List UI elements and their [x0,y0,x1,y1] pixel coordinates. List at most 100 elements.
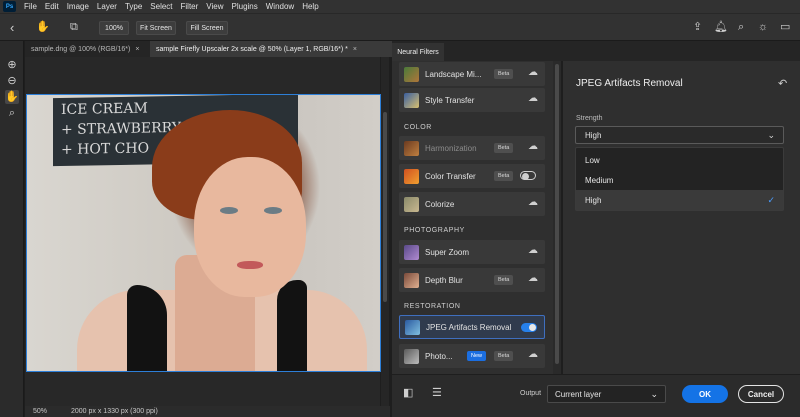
style-thumbnail-icon [404,92,419,108]
hand-icon[interactable]: ✋ [36,22,50,33]
filter-item-style-transfer[interactable]: Style Transfer ☁ [399,88,545,112]
fit-screen-button[interactable]: Fit Screen [136,21,176,35]
fill-screen-button[interactable]: Fill Screen [186,21,228,35]
document-tab-label: sample.dng @ 100% (RGB/16*) [31,45,131,53]
document-image[interactable]: ICE CREAM + STRAWBERRY + HOT CHO [26,94,381,372]
zoom-out-icon[interactable]: ⊖ [5,74,19,88]
notifications-icon[interactable]: 🔔︎ [714,22,728,33]
document-tab[interactable]: sample.dng @ 100% (RGB/16*) × [25,41,149,57]
cloud-download-icon[interactable]: ☁ [528,274,538,284]
checkmark-icon: ✓ [767,194,775,205]
menu-layer[interactable]: Layer [97,2,117,11]
chevron-down-icon: ⌄ [767,130,775,140]
close-icon[interactable]: × [135,46,139,53]
color-transfer-toggle[interactable] [520,171,536,180]
hand-icon[interactable]: ✋ [5,90,19,104]
tab-neural-filters[interactable]: Neural Filters [392,43,444,61]
cloud-download-icon[interactable]: ☁ [528,246,538,256]
beta-badge: Beta [494,143,514,153]
scroll-all-windows-icon[interactable]: ⧉ [70,22,78,33]
ok-button[interactable]: OK [682,385,728,403]
cloud-download-icon[interactable]: ☁ [528,350,538,360]
portrait-top-strap-right [277,280,307,371]
canvas-scrollbar-thumb[interactable] [383,112,387,302]
option-label: High [585,195,602,205]
beta-badge: Beta [494,351,514,361]
menu-help[interactable]: Help [302,2,318,11]
portrait-eye [220,207,238,214]
section-photography: PHOTOGRAPHY [404,227,465,234]
colorize-thumbnail-icon [404,196,419,212]
menu-plugins[interactable]: Plugins [232,2,258,11]
reset-icon[interactable]: ↶ [778,77,787,90]
portrait-face [194,157,306,297]
filter-item-harmonization[interactable]: Harmonization Beta ☁ [399,136,545,160]
preview-toggle-icon[interactable]: ◧ [403,388,413,399]
search-icon[interactable]: ⌕ [5,106,19,120]
status-zoom[interactable]: 50% [33,408,47,415]
menu-image[interactable]: Image [67,2,89,11]
search-icon[interactable]: ⌕ [738,22,744,33]
options-bar: ‹ ✋ ⧉ 100% Fit Screen Fill Screen ⇪ 🔔︎ ⌕… [0,13,800,41]
filter-item-colorize[interactable]: Colorize ☁ [399,192,545,216]
output-dropdown[interactable]: Current layer ⌄ [547,385,666,403]
strength-option-high[interactable]: High ✓ [576,190,783,210]
filter-item-depth-blur[interactable]: Depth Blur Beta ☁ [399,268,545,292]
portrait-mouth [237,261,263,269]
cloud-download-icon[interactable]: ☁ [528,142,538,152]
tools-panel: ⊕ ⊖ ✋ ⌕ [0,41,24,417]
share-icon[interactable]: ⇪ [693,22,702,33]
strength-option-low[interactable]: Low [576,150,783,170]
menu-file[interactable]: File [24,2,37,11]
zoom-in-icon[interactable]: ⊕ [5,58,19,72]
filter-label: JPEG Artifacts Removal [426,322,512,332]
back-arrow-icon[interactable]: ‹ [10,21,14,34]
layers-icon[interactable]: ☰ [432,388,442,399]
cloud-download-icon[interactable]: ☁ [528,198,538,208]
workspace-icon[interactable]: ▭ [780,22,790,33]
filter-item-photo-restoration[interactable]: Photo... New Beta ☁ [399,344,545,368]
status-bar: 50% 2000 px x 1330 px (300 ppi) [25,406,390,417]
strength-value: High [585,130,602,140]
menu-view[interactable]: View [206,2,223,11]
photoshop-logo[interactable]: Ps [3,1,16,12]
section-restoration: RESTORATION [404,303,461,310]
filter-label: Photo... [425,351,453,361]
filter-item-super-zoom[interactable]: Super Zoom ☁ [399,240,545,264]
depth-blur-thumbnail-icon [404,272,419,288]
section-color: COLOR [404,124,432,131]
portrait-eye [264,207,282,214]
document-tabs: sample.dng @ 100% (RGB/16*) × sample Fir… [25,41,393,57]
menu-filter[interactable]: Filter [181,2,199,11]
jpeg-artifacts-toggle[interactable] [521,323,537,332]
option-label: Low [585,155,600,165]
status-dimensions: 2000 px x 1330 px (300 ppi) [71,408,158,415]
zoom-100-button[interactable]: 100% [99,21,129,35]
cloud-download-icon[interactable]: ☁ [528,68,538,78]
close-icon[interactable]: × [353,46,357,53]
strength-option-medium[interactable]: Medium [576,170,783,190]
chevron-down-icon: ⌄ [650,389,658,399]
menu-select[interactable]: Select [150,2,172,11]
cancel-button[interactable]: Cancel [738,385,784,403]
strength-dropdown[interactable]: High ⌄ [575,126,784,144]
filter-label: Color Transfer [425,171,476,181]
menu-type[interactable]: Type [125,2,142,11]
menu-window[interactable]: Window [266,2,294,11]
color-transfer-thumbnail-icon [404,168,419,184]
harmonization-thumbnail-icon [404,140,419,156]
document-tab-active[interactable]: sample Firefly Upscaler 2x scale @ 50% (… [150,41,393,57]
filter-label: Style Transfer [425,95,475,105]
filter-settings-panel [562,61,800,374]
filter-settings-title: JPEG Artifacts Removal [576,78,683,89]
document-tab-label: sample Firefly Upscaler 2x scale @ 50% (… [156,45,348,53]
new-badge: New [467,351,487,361]
filter-item-color-transfer[interactable]: Color Transfer Beta [399,164,545,188]
tips-icon[interactable]: ☼ [758,22,768,33]
cloud-download-icon[interactable]: ☁ [528,94,538,104]
filter-list-scrollbar-thumb[interactable] [555,64,559,364]
menu-edit[interactable]: Edit [45,2,59,11]
filter-item-jpeg-artifacts-removal[interactable]: JPEG Artifacts Removal [399,315,545,339]
toggle-knob [529,324,536,331]
filter-item-landscape-mixer[interactable]: Landscape Mi... Beta ☁ [399,62,545,86]
